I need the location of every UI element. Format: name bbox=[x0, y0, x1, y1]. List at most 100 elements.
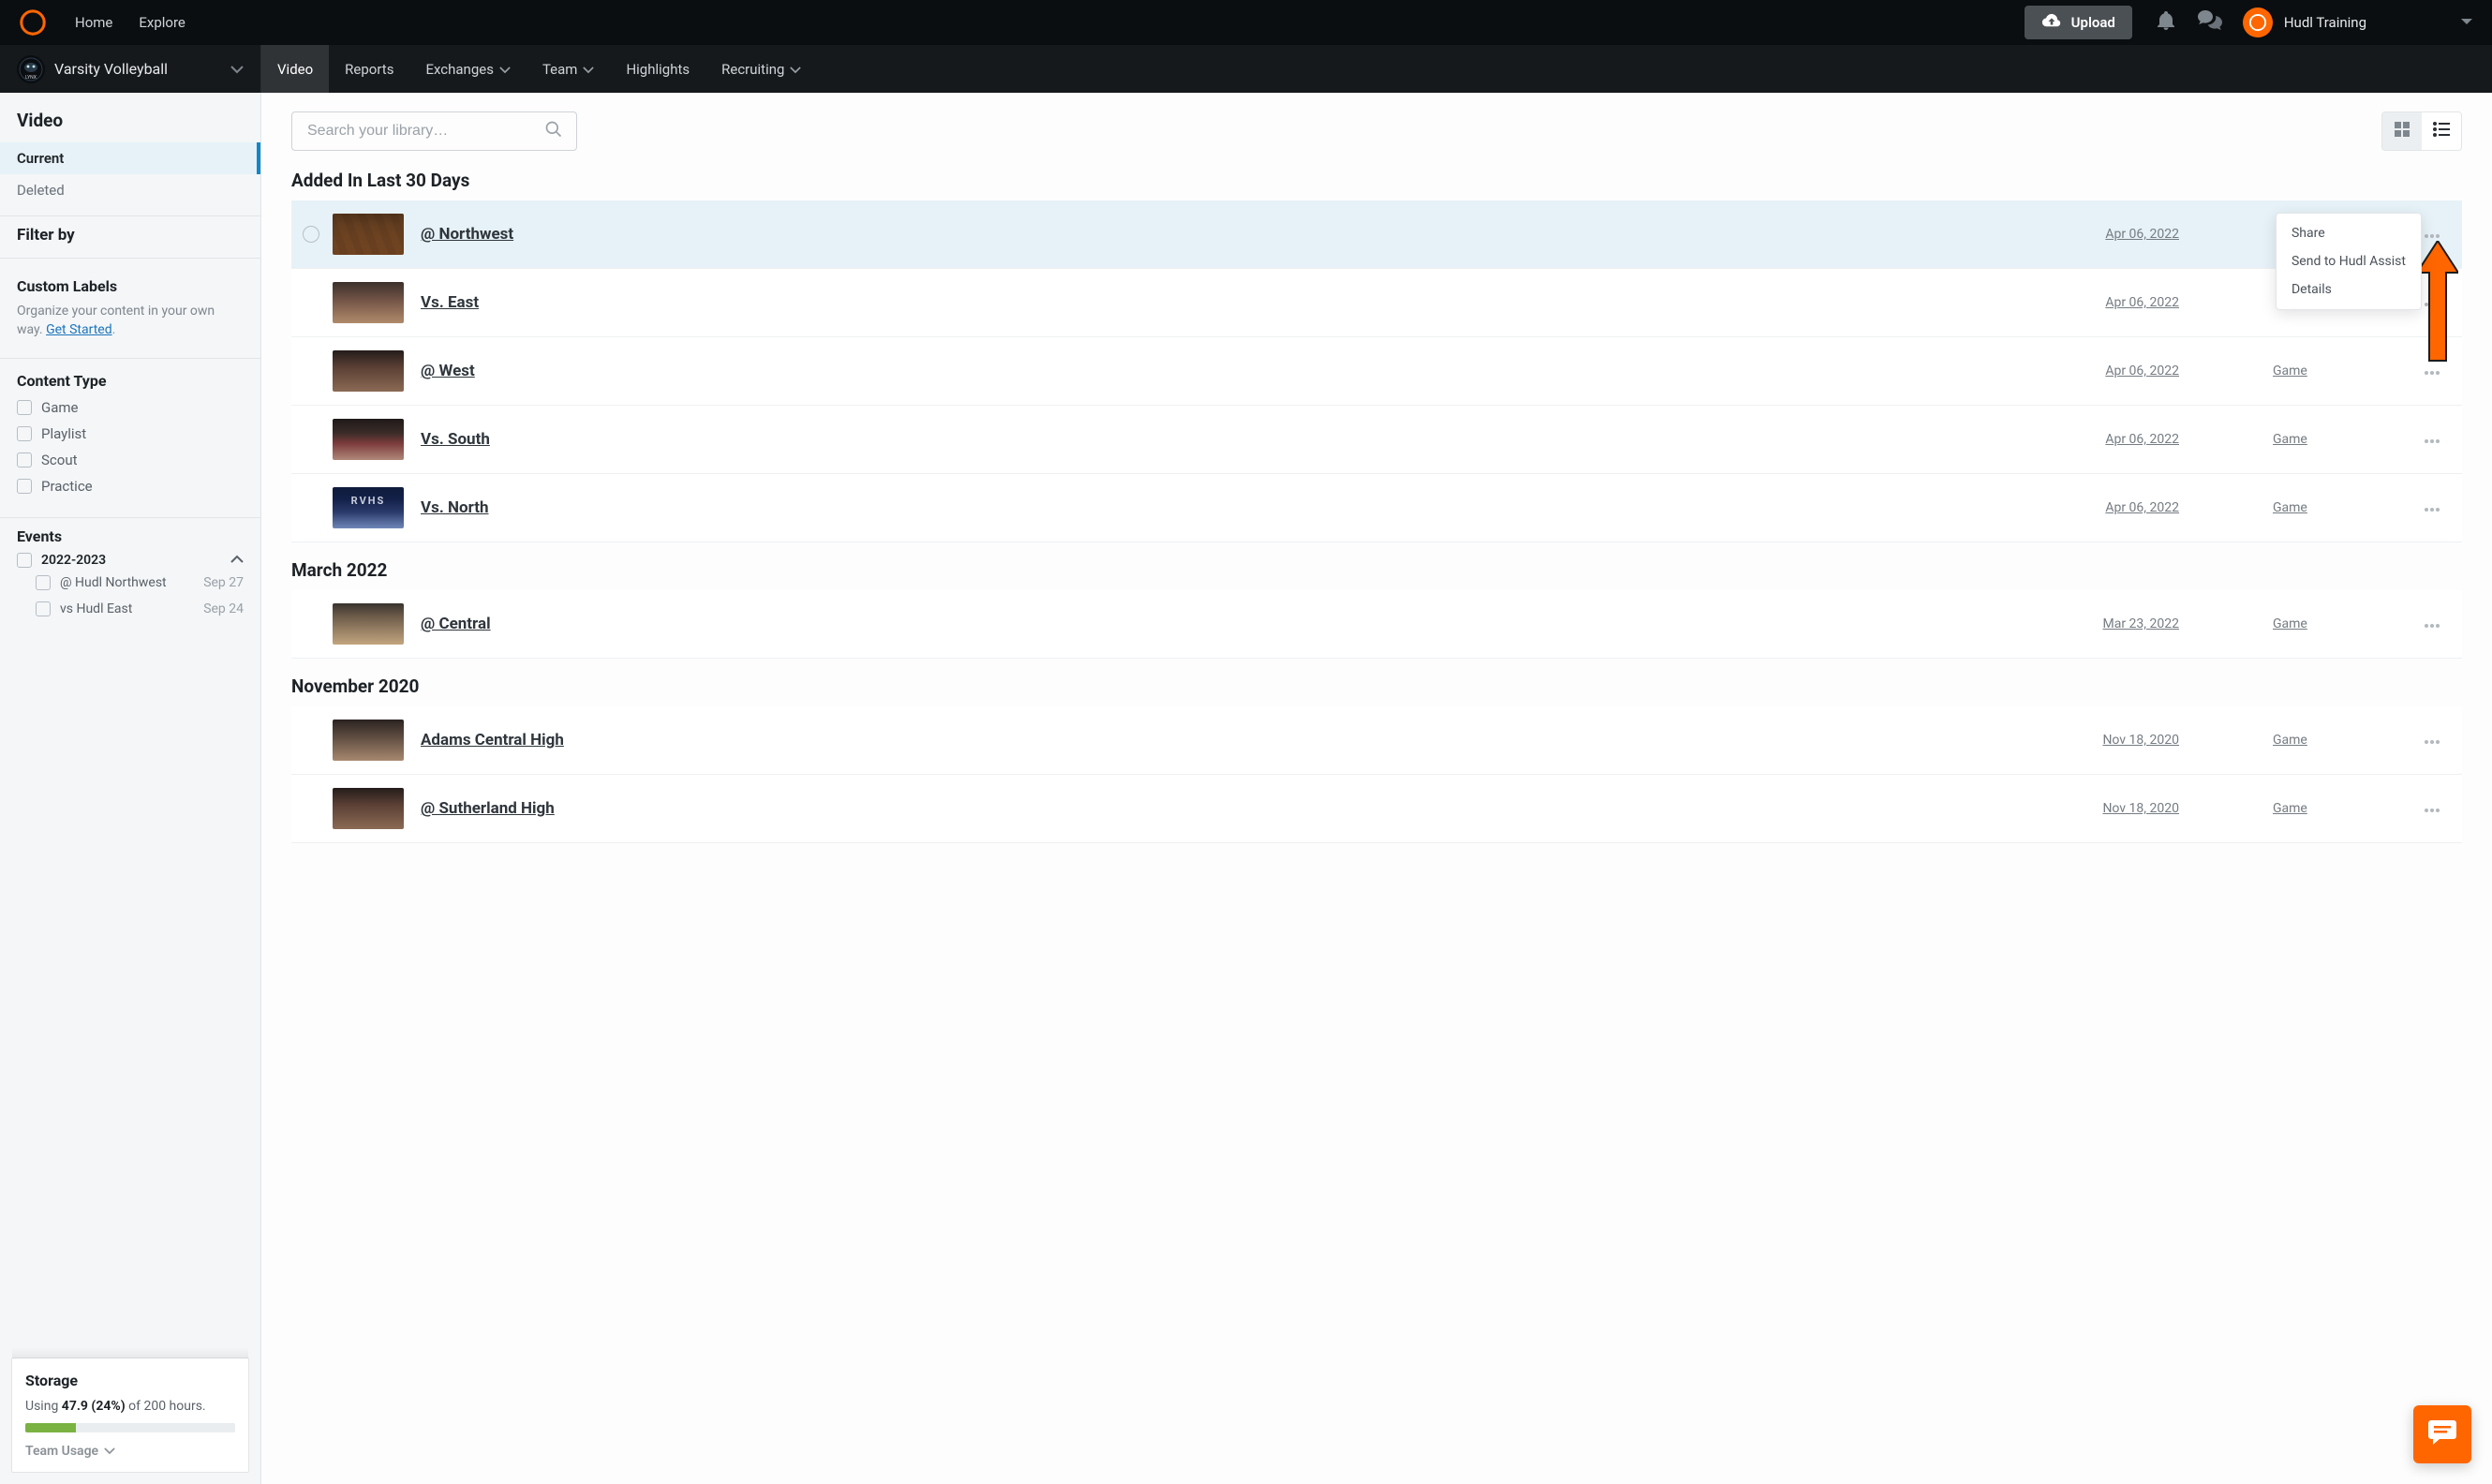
tab-video[interactable]: Video bbox=[261, 45, 329, 93]
sidebar-item-current[interactable]: Current bbox=[0, 142, 260, 174]
chevron-down-icon bbox=[104, 1444, 115, 1459]
menu-share[interactable]: Share bbox=[2277, 219, 2421, 247]
chevron-down-icon bbox=[499, 61, 511, 78]
checkbox-icon bbox=[17, 426, 32, 441]
video-type-link[interactable]: Game bbox=[2273, 432, 2320, 447]
video-row[interactable]: @ West Apr 06, 2022 Game bbox=[291, 337, 2462, 406]
user-avatar[interactable] bbox=[2243, 7, 2273, 37]
row-more-button[interactable] bbox=[2413, 499, 2451, 516]
row-select-icon[interactable] bbox=[303, 226, 319, 243]
filter-game[interactable]: Game bbox=[17, 399, 244, 416]
team-usage-toggle[interactable]: Team Usage bbox=[25, 1444, 235, 1459]
search-input[interactable] bbox=[305, 122, 544, 141]
user-menu-chevron-icon[interactable] bbox=[2460, 14, 2473, 31]
video-thumbnail[interactable] bbox=[333, 788, 404, 829]
video-thumbnail[interactable] bbox=[333, 214, 404, 255]
filter-playlist[interactable]: Playlist bbox=[17, 425, 244, 442]
tab-exchanges[interactable]: Exchanges bbox=[409, 45, 527, 93]
video-date-link[interactable]: Apr 06, 2022 bbox=[2095, 295, 2179, 310]
notifications-icon[interactable] bbox=[2155, 9, 2177, 36]
filter-scout[interactable]: Scout bbox=[17, 452, 244, 468]
team-usage-label: Team Usage bbox=[25, 1444, 98, 1459]
view-toggle bbox=[2381, 111, 2462, 151]
library-search[interactable] bbox=[291, 111, 577, 151]
video-thumbnail[interactable] bbox=[333, 419, 404, 460]
search-icon bbox=[544, 120, 563, 142]
checkbox-icon bbox=[36, 575, 51, 590]
event-item[interactable]: vs Hudl East Sep 24 bbox=[0, 596, 260, 622]
nav-explore[interactable]: Explore bbox=[139, 14, 185, 31]
video-date-link[interactable]: Apr 06, 2022 bbox=[2095, 227, 2179, 242]
menu-details[interactable]: Details bbox=[2277, 275, 2421, 304]
row-more-button[interactable] bbox=[2413, 431, 2451, 448]
video-title-link[interactable]: Vs. North bbox=[421, 498, 489, 517]
row-more-button[interactable] bbox=[2413, 732, 2451, 749]
event-label: vs Hudl East bbox=[60, 601, 132, 616]
video-type-link[interactable]: Game bbox=[2273, 364, 2320, 378]
tab-label: Highlights bbox=[626, 61, 690, 78]
video-row[interactable]: @ Central Mar 23, 2022 Game bbox=[291, 590, 2462, 659]
video-date-link[interactable]: Mar 23, 2022 bbox=[2095, 616, 2179, 631]
video-date-link[interactable]: Apr 06, 2022 bbox=[2095, 500, 2179, 515]
video-thumbnail[interactable] bbox=[333, 282, 404, 323]
list-view-button[interactable] bbox=[2422, 112, 2461, 150]
video-thumbnail[interactable] bbox=[333, 603, 404, 645]
video-type-link[interactable]: Game bbox=[2273, 500, 2320, 515]
menu-send-assist[interactable]: Send to Hudl Assist bbox=[2277, 247, 2421, 275]
get-started-link[interactable]: Get Started bbox=[46, 322, 112, 337]
video-title-link[interactable]: Adams Central High bbox=[421, 731, 564, 749]
video-date-link[interactable]: Apr 06, 2022 bbox=[2095, 432, 2179, 447]
hudl-logo[interactable] bbox=[19, 8, 47, 37]
chevron-down-icon bbox=[583, 61, 594, 78]
video-title-link[interactable]: @ West bbox=[421, 362, 475, 380]
row-context-menu: Share Send to Hudl Assist Details bbox=[2276, 213, 2422, 310]
global-bar: Home Explore Upload Hudl Training bbox=[0, 0, 2492, 45]
section-nav: LYNX Varsity Volleyball Video Reports Ex… bbox=[0, 45, 2492, 93]
messages-icon[interactable] bbox=[2198, 10, 2222, 35]
sidebar: Video Current Deleted Filter by Custom L… bbox=[0, 93, 261, 1484]
video-date-link[interactable]: Apr 06, 2022 bbox=[2095, 364, 2179, 378]
tab-team[interactable]: Team bbox=[527, 45, 611, 93]
video-type-link[interactable]: Game bbox=[2273, 801, 2320, 816]
sidebar-item-deleted[interactable]: Deleted bbox=[0, 174, 260, 206]
tab-highlights[interactable]: Highlights bbox=[610, 45, 705, 93]
tab-label: Video bbox=[277, 61, 313, 78]
tab-reports[interactable]: Reports bbox=[329, 45, 409, 93]
nav-home[interactable]: Home bbox=[75, 14, 112, 31]
season-row[interactable]: 2022-2023 bbox=[0, 551, 260, 570]
row-more-button[interactable] bbox=[2413, 800, 2451, 817]
video-row[interactable]: @ NorthwestApr 06, 2022Game bbox=[291, 200, 2462, 269]
video-date-link[interactable]: Nov 18, 2020 bbox=[2095, 733, 2179, 748]
video-row[interactable]: Adams Central High Nov 18, 2020 Game bbox=[291, 706, 2462, 775]
video-thumbnail[interactable] bbox=[333, 350, 404, 392]
grid-icon bbox=[2394, 121, 2410, 141]
video-row[interactable]: Vs. South Apr 06, 2022 Game bbox=[291, 406, 2462, 474]
video-row[interactable]: @ Sutherland High Nov 18, 2020 Game bbox=[291, 775, 2462, 843]
video-thumbnail[interactable] bbox=[333, 487, 404, 528]
storage-title: Storage bbox=[25, 1372, 235, 1389]
event-item[interactable]: @ Hudl Northwest Sep 27 bbox=[0, 570, 260, 596]
chat-fab[interactable] bbox=[2413, 1405, 2471, 1463]
video-row[interactable]: Vs. EastApr 06, 2022Game bbox=[291, 269, 2462, 337]
video-row[interactable]: Vs. North Apr 06, 2022 Game bbox=[291, 474, 2462, 542]
user-name[interactable]: Hudl Training bbox=[2284, 14, 2366, 31]
team-selector[interactable]: LYNX Varsity Volleyball bbox=[0, 45, 261, 93]
row-more-button[interactable] bbox=[2413, 616, 2451, 632]
video-title-link[interactable]: @ Sutherland High bbox=[421, 799, 555, 818]
video-title-link[interactable]: @ Central bbox=[421, 615, 491, 633]
storage-card: Storage Using 47.9 (24%) of 200 hours. T… bbox=[11, 1358, 249, 1473]
chevron-up-icon[interactable] bbox=[230, 553, 244, 568]
filter-practice[interactable]: Practice bbox=[17, 478, 244, 495]
tab-recruiting[interactable]: Recruiting bbox=[705, 45, 817, 93]
video-title-link[interactable]: Vs. East bbox=[421, 293, 479, 312]
video-thumbnail[interactable] bbox=[333, 720, 404, 761]
event-date: Sep 24 bbox=[203, 601, 244, 616]
video-title-link[interactable]: Vs. South bbox=[421, 430, 490, 449]
custom-labels-title: Custom Labels bbox=[17, 277, 244, 295]
grid-view-button[interactable] bbox=[2382, 112, 2422, 150]
upload-button[interactable]: Upload bbox=[2025, 6, 2132, 39]
video-title-link[interactable]: @ Northwest bbox=[421, 225, 513, 244]
video-date-link[interactable]: Nov 18, 2020 bbox=[2095, 801, 2179, 816]
video-type-link[interactable]: Game bbox=[2273, 733, 2320, 748]
video-type-link[interactable]: Game bbox=[2273, 616, 2320, 631]
